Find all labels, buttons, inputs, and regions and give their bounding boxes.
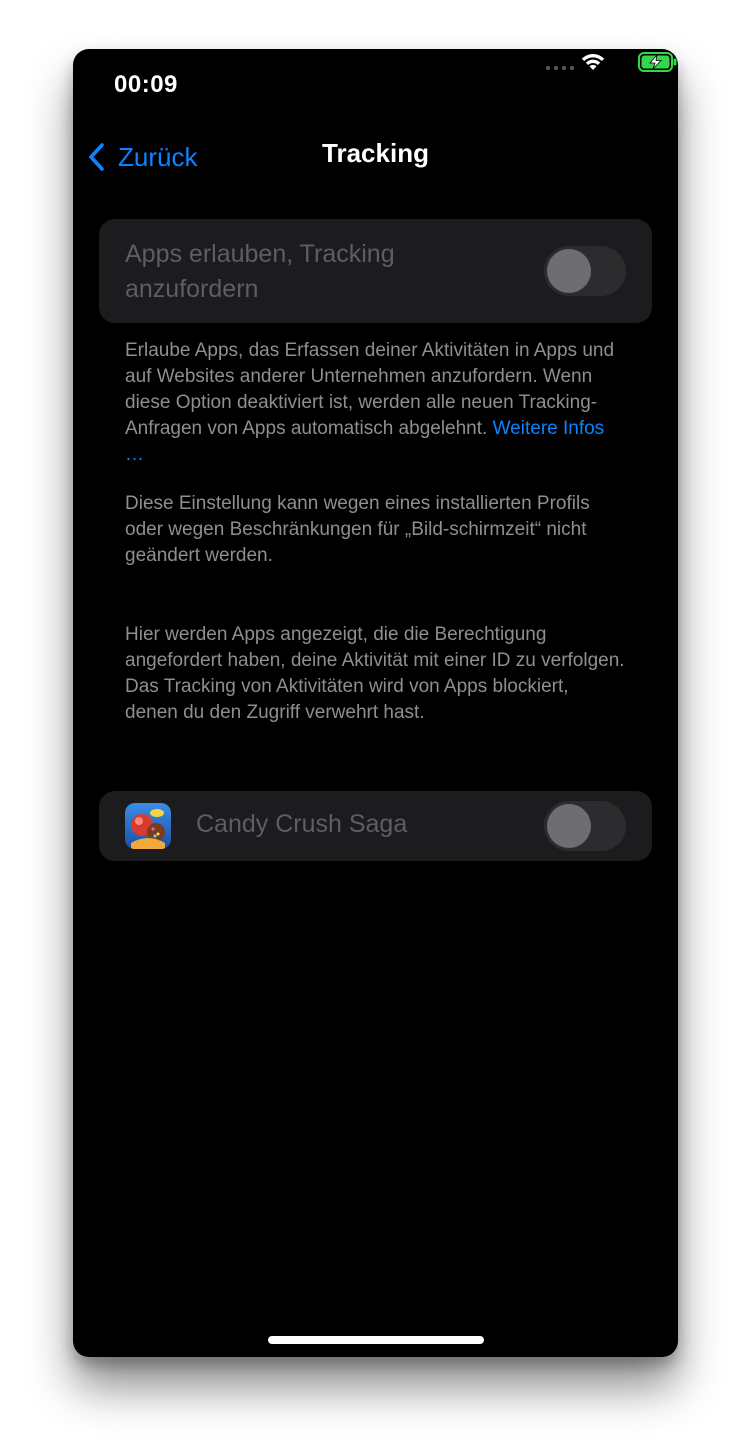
toggle-knob bbox=[547, 249, 591, 293]
battery-charging-icon bbox=[638, 52, 677, 72]
tracking-setting-cell: Apps erlauben, Tracking anzufordern bbox=[99, 219, 652, 323]
apps-info-text: Hier werden Apps angezeigt, die die Bere… bbox=[125, 624, 625, 723]
tracking-setting-label: Apps erlauben, Tracking anzufordern bbox=[125, 240, 395, 303]
cellular-dots-icon bbox=[546, 66, 574, 72]
toggle-knob bbox=[547, 804, 591, 848]
phone-screen: 00:09 Zurück Tracking Apps erlauben, Tra… bbox=[73, 49, 678, 1357]
app-name: Candy Crush Saga bbox=[196, 810, 408, 838]
home-indicator[interactable] bbox=[268, 1336, 484, 1344]
restriction-note: Diese Einstellung kann wegen eines insta… bbox=[125, 493, 590, 566]
allow-tracking-toggle[interactable] bbox=[544, 246, 626, 296]
candy-crush-app-icon bbox=[125, 803, 171, 849]
candy-crush-tracking-toggle[interactable] bbox=[544, 801, 626, 851]
status-time: 00:09 bbox=[114, 71, 178, 98]
wifi-icon bbox=[581, 54, 605, 70]
page-title: Tracking bbox=[322, 138, 429, 168]
app-row-candy-crush: Candy Crush Saga bbox=[99, 791, 652, 861]
tracking-description: Erlaube Apps, das Erfassen deiner Aktivi… bbox=[125, 338, 625, 468]
